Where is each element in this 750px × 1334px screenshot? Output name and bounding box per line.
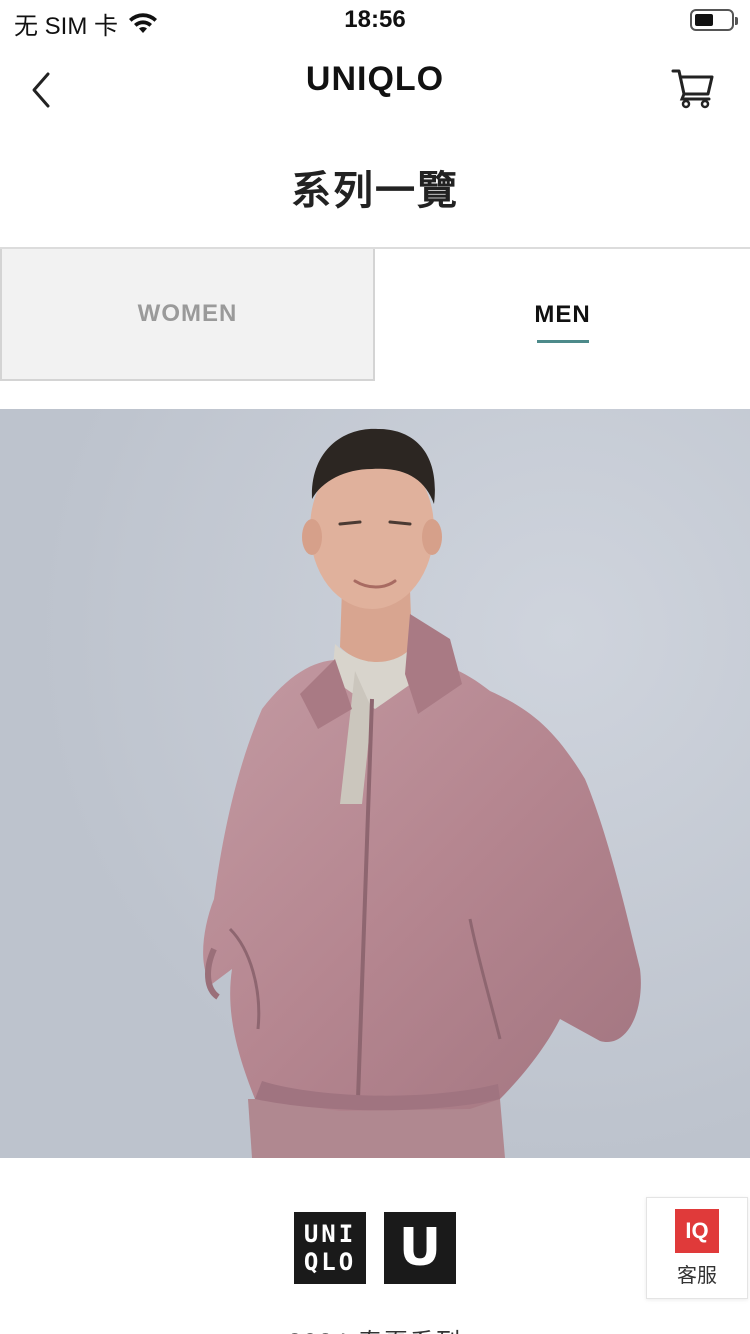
tab-men-label: MEN	[534, 301, 591, 328]
status-bar: 无 SIM 卡 18:56	[0, 0, 750, 42]
u-logo-letter: U	[398, 1218, 442, 1278]
uniqlo-logo-line2: QLO	[303, 1248, 357, 1276]
iq-badge-text: IQ	[685, 1217, 709, 1243]
tab-men[interactable]: MEN	[375, 249, 750, 381]
page-title: 系列一覽	[291, 169, 459, 213]
customer-service-label: 客服	[677, 1264, 717, 1287]
cart-button[interactable]	[670, 64, 716, 110]
nav-bar: UNIQLO	[0, 42, 750, 134]
gender-tabs: WOMEN MEN	[0, 247, 750, 381]
uniqlo-logo-line1: UNI	[303, 1220, 357, 1248]
hero-image[interactable]	[0, 409, 750, 1158]
customer-service-button[interactable]: IQ 客服	[646, 1197, 748, 1299]
uniqlo-logo: UNI QLO	[294, 1212, 366, 1284]
brand-title: UNIQLO	[305, 60, 445, 98]
model-photo	[0, 409, 750, 1158]
iq-chat-icon: IQ	[675, 1208, 719, 1253]
active-tab-indicator	[537, 340, 589, 343]
cart-icon	[671, 69, 714, 109]
battery-icon	[690, 9, 738, 31]
tab-women-label: WOMEN	[137, 300, 238, 327]
tab-women[interactable]: WOMEN	[0, 249, 375, 381]
uniqlo-u-logo: U	[384, 1212, 456, 1284]
collection-logos: UNI QLO U	[294, 1212, 456, 1284]
status-time: 18:56	[344, 6, 406, 33]
collection-subtitle: 2024 春夏系列	[0, 1322, 750, 1334]
